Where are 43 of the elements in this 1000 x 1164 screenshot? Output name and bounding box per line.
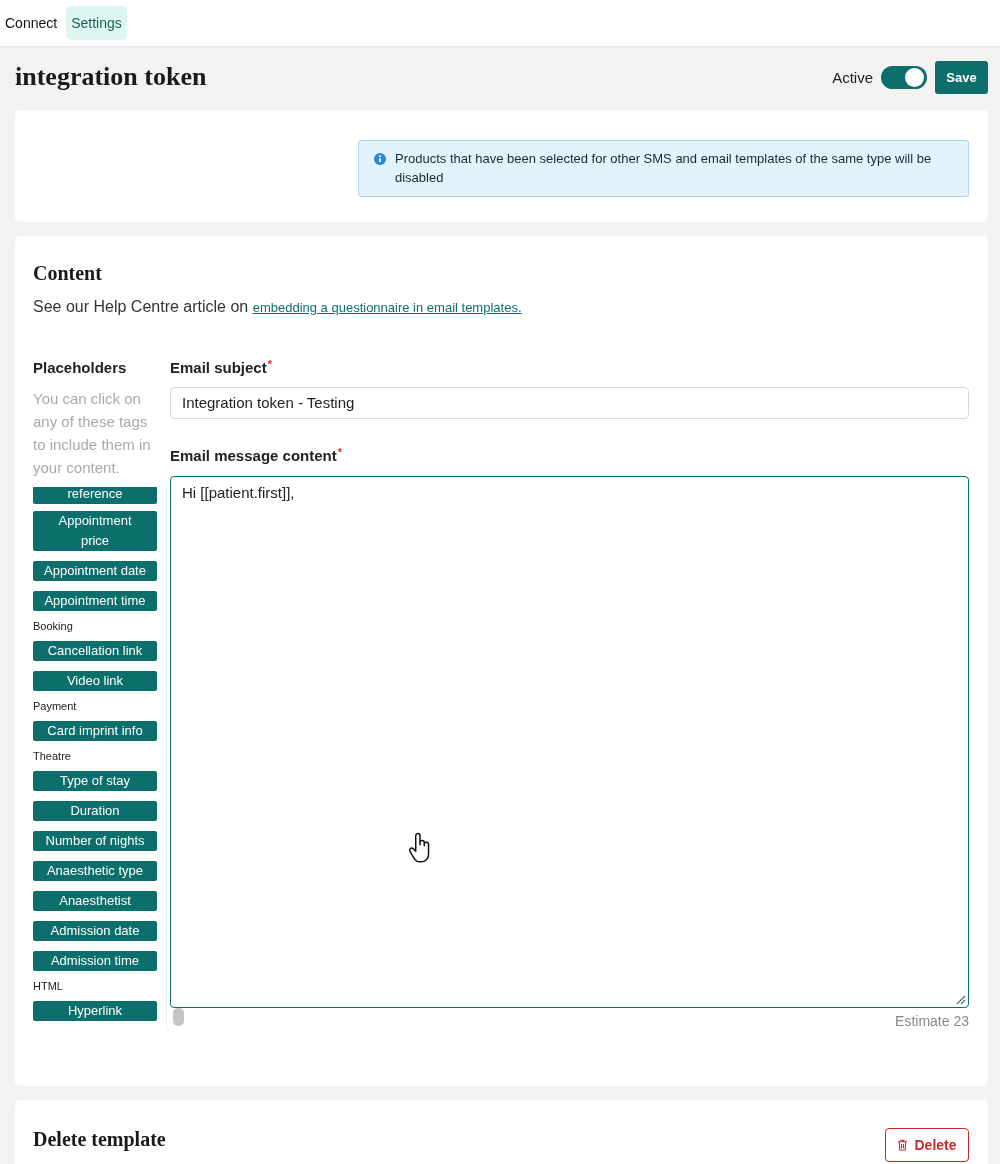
placeholder-tag[interactable]: Number of nights [33, 831, 157, 851]
field-label: Email subject$^{*}$ [170, 358, 273, 378]
placeholder-group-label: Theatre [33, 750, 72, 763]
placeholder-tag[interactable]: Admission date [33, 921, 157, 941]
help-text: See our Help Centre article on embedding a questionnaire in email templates. [33, 297, 523, 317]
save-button[interactable]: Save [935, 60, 988, 94]
trash-icon [897, 1139, 909, 1151]
placeholder-tag[interactable]: Admission time [33, 951, 157, 971]
placeholder-tag[interactable]: Cancellation link [33, 641, 157, 661]
placeholder-group-label: HTML [33, 980, 64, 993]
active-toggle[interactable] [881, 65, 927, 89]
scrollbar-thumb[interactable] [173, 1008, 184, 1026]
placeholder-tag[interactable]: Appointment date [33, 561, 157, 581]
delete-label: Delete [914, 1137, 957, 1153]
estimate-text: Estimate 23 [895, 1012, 969, 1030]
placeholder-tag[interactable]: Video link [33, 671, 157, 691]
info-icon [374, 153, 386, 165]
info-message: Products that have been selected for other SMS and email templates of the same type will be disabled [395, 150, 933, 187]
placeholder-tag[interactable]: Appointment time [33, 591, 157, 611]
placeholder-tag[interactable]: Card imprint info [33, 721, 157, 741]
placeholder-tag[interactable]: reference [33, 487, 157, 504]
nav-tab[interactable]: Settings [66, 6, 127, 40]
placeholder-tag[interactable]: Anaesthetist [33, 891, 157, 911]
placeholder-group-label: Payment [33, 700, 78, 713]
placeholder-tag[interactable]: Appointment price [33, 511, 157, 551]
placeholder-group-label: Booking [33, 620, 74, 633]
message-field[interactable]: Hi [[patient.first]], [170, 476, 969, 1008]
page-title: integration token [15, 62, 207, 92]
placeholder-tag[interactable]: Type of stay [33, 771, 157, 791]
subject-field[interactable]: Integration token - Testing [170, 387, 969, 419]
help-link[interactable]: embedding a questionnaire in email templates. [252, 300, 522, 315]
resize-handle-icon[interactable] [956, 995, 966, 1005]
placeholder-tag[interactable]: Hyperlink [33, 1001, 157, 1021]
nav-tab[interactable]: Connect [0, 6, 63, 40]
placeholder-tag[interactable]: Duration [33, 801, 157, 821]
placeholder-tag[interactable]: Anaesthetic type [33, 861, 157, 881]
delete-button[interactable]: Delete [885, 1128, 969, 1162]
section-title: Delete template [33, 1127, 166, 1152]
toggle-label: Active [832, 68, 873, 86]
placeholders-hint: You can click on any of these tags to include them in your content. [33, 389, 152, 478]
field-label: Email message content$^{*}$ [170, 446, 343, 466]
hand-pointer-icon [408, 832, 432, 864]
section-title: Content [33, 261, 103, 286]
